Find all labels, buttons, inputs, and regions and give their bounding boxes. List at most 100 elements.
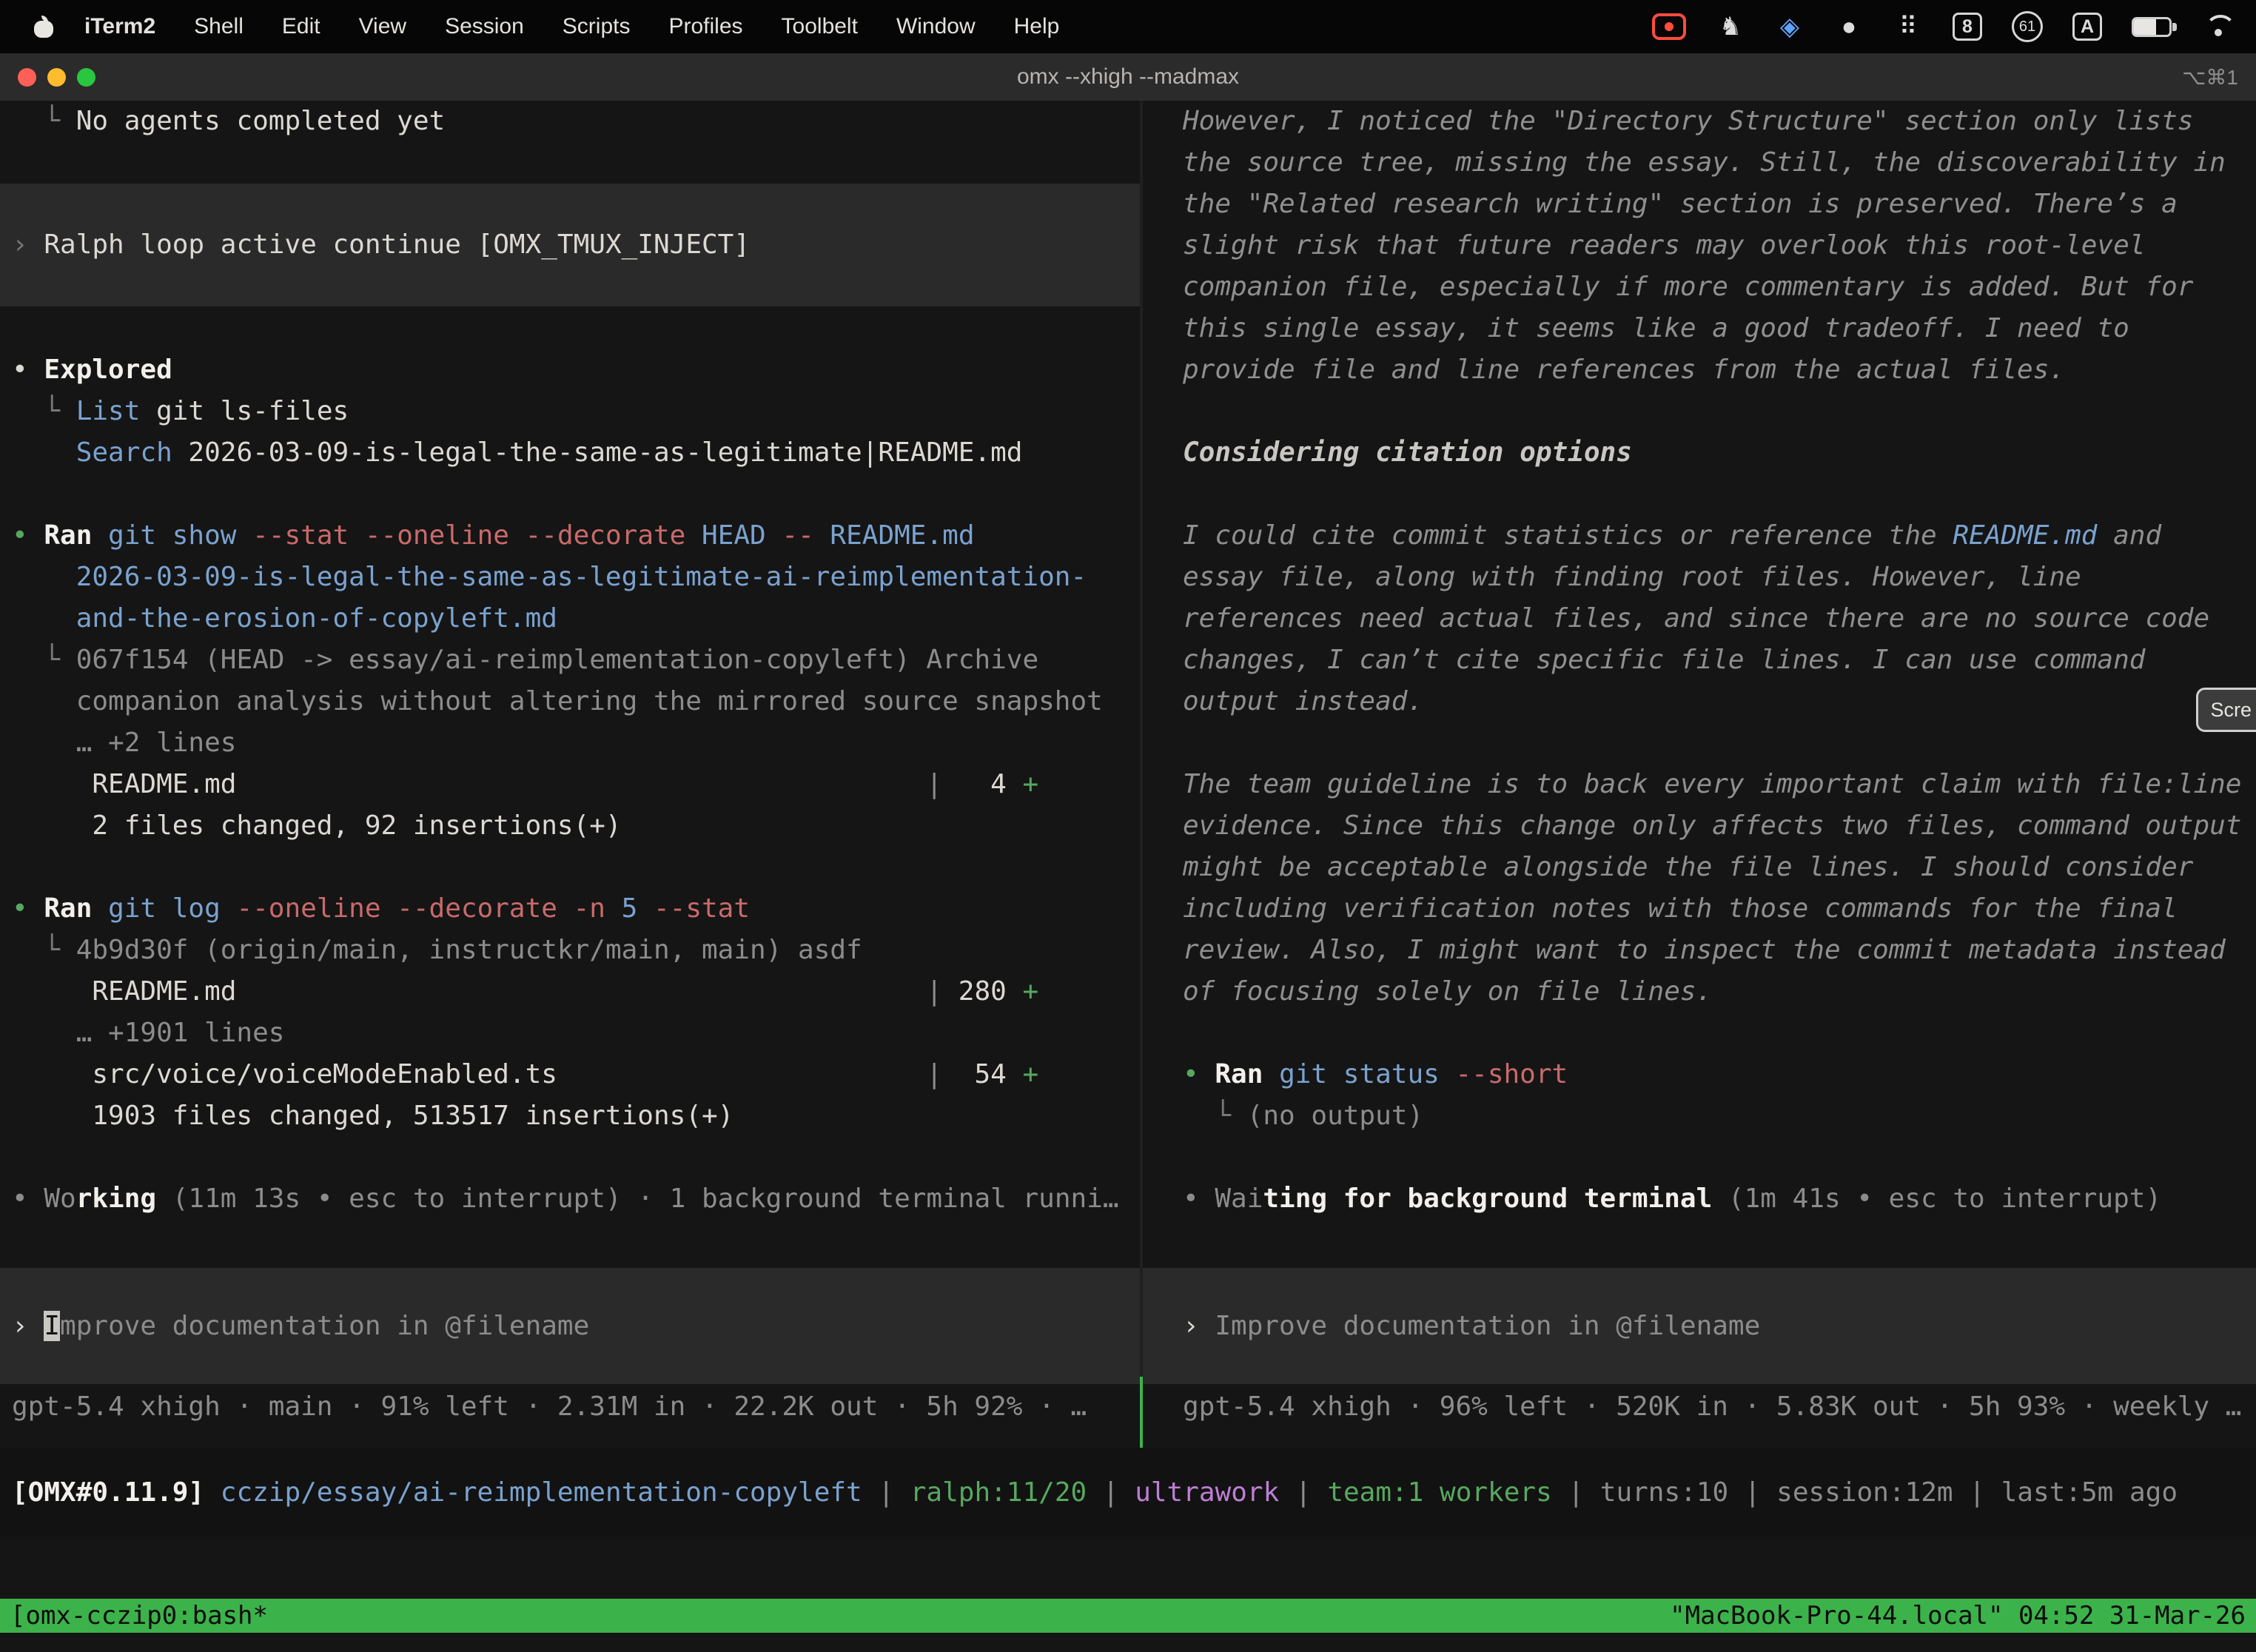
terminal-line: … +2 lines — [0, 722, 1140, 764]
text-segment: └ — [1183, 1101, 1247, 1131]
tmux-status-bar: [omx-cczip0:bash* "MacBook-Pro-44.local"… — [0, 1599, 2256, 1633]
window-title: omx --xhigh --madmax — [0, 64, 2256, 90]
terminal-line: changes, I can’t cite specific file line… — [1143, 639, 2256, 681]
text-segment: • — [12, 893, 44, 924]
text-segment: companion analysis without altering the … — [12, 686, 1103, 716]
close-button[interactable] — [18, 68, 36, 87]
blank-line — [0, 847, 1140, 888]
dots-grid-icon[interactable]: ⠿ — [1893, 11, 1923, 42]
text-segment: git ls-files — [140, 396, 349, 426]
text-segment: No agents completed yet — [76, 106, 446, 136]
menu-app-name[interactable]: iTerm2 — [84, 14, 155, 39]
gauge-61-icon[interactable]: 61 — [2012, 11, 2043, 42]
text-segment: (11m 13s • esc to interrupt) · 1 backgro… — [156, 1183, 1118, 1214]
text-segment: 2026-03-09-is-legal-the-same-as-legitima… — [12, 562, 1087, 592]
battery-icon[interactable] — [2132, 17, 2172, 37]
text-segment: I — [44, 1311, 60, 1341]
text-segment: (1m 41s • esc to interrupt) — [1712, 1183, 2161, 1214]
terminal-line: 2 files changed, 92 insertions(+) — [0, 805, 1140, 847]
text-segment: output instead. — [1183, 686, 1423, 716]
menu-item-toolbelt[interactable]: Toolbelt — [782, 14, 858, 39]
text-segment: README.md — [814, 520, 975, 551]
terminal-pane-right[interactable]: However, I noticed the "Directory Struct… — [1143, 101, 2256, 1448]
menu-item-shell[interactable]: Shell — [194, 14, 244, 39]
text-segment: + — [1022, 769, 1038, 799]
minimize-button[interactable] — [47, 68, 66, 87]
menu-status-icons: ♞ ◈ ● ⠿ 8 61 A — [1652, 11, 2235, 42]
terminal-line: Search 2026-03-09-is-legal-the-same-as-l… — [0, 432, 1140, 474]
window-title-bar: omx --xhigh --madmax ⌥⌘1 — [0, 53, 2256, 101]
text-segment: Explored — [44, 355, 172, 385]
text-segment: | turns:10 | session:12m | last:5m ago — [1552, 1477, 2178, 1508]
screen-recording-icon[interactable] — [1652, 13, 1686, 40]
terminal-line: └ List git ls-files — [0, 391, 1140, 432]
text-segment: 1903 files changed, 513517 insertions(+) — [12, 1101, 733, 1131]
text-segment: HEAD — [685, 520, 765, 551]
blank-line — [0, 306, 1140, 349]
text-segment: companion file, especially if more comme… — [1183, 272, 2193, 302]
text-segment — [12, 437, 76, 468]
text-segment: Ran — [44, 520, 92, 551]
menu-item-session[interactable]: Session — [445, 14, 524, 39]
blank-line — [0, 142, 1140, 184]
text-segment: [OMX#0.11.9] — [12, 1477, 221, 1508]
text-segment: List — [76, 396, 141, 426]
text-segment: team:1 workers — [1327, 1477, 1551, 1508]
menu-item-window[interactable]: Window — [896, 14, 976, 39]
terminal-line: including verification notes with those … — [1143, 888, 2256, 930]
terminal-line: • Working (11m 13s • esc to interrupt) ·… — [0, 1178, 1140, 1220]
text-segment: + — [1022, 1059, 1038, 1089]
blank-line — [1143, 1013, 2256, 1054]
menu-item-view[interactable]: View — [359, 14, 406, 39]
menu-item-help[interactable]: Help — [1014, 14, 1060, 39]
text-segment: 4b9d30f (origin/main, instructkr/main, m… — [76, 935, 862, 965]
text-segment: | — [557, 1059, 942, 1089]
terminal-line: └ 067f154 (HEAD -> essay/ai-reimplementa… — [0, 639, 1140, 681]
input-source-icon[interactable]: A — [2072, 13, 2102, 41]
text-segment: › — [1183, 1311, 1215, 1341]
text-segment: -- — [766, 520, 814, 551]
terminal-line: └ No agents completed yet — [0, 101, 1140, 142]
menu-item-scripts[interactable]: Scripts — [563, 14, 631, 39]
text-segment: | — [236, 769, 942, 799]
text-segment: --stat — [637, 893, 750, 924]
apple-menu-icon[interactable] — [34, 16, 53, 38]
menu-item-edit[interactable]: Edit — [282, 14, 320, 39]
text-segment: provide file and line references from th… — [1183, 355, 2065, 385]
screen-edge-overlay[interactable]: Scre — [2196, 688, 2256, 732]
terminal-line: the source tree, missing the essay. Stil… — [1143, 142, 2256, 184]
text-segment: Ran — [1215, 1059, 1263, 1089]
scrollback-right: However, I noticed the "Directory Struct… — [1143, 101, 2256, 1220]
zoom-button[interactable] — [77, 68, 95, 87]
terminal-line: • Ran git log --oneline --decorate -n 5 … — [0, 888, 1140, 930]
text-segment: └ — [12, 645, 76, 675]
terminal-line: output instead. — [1143, 681, 2256, 722]
blue-app-icon[interactable]: ◈ — [1775, 11, 1805, 42]
wifi-icon[interactable] — [2201, 13, 2235, 40]
text-segment: of focusing solely on file lines. — [1183, 976, 1712, 1007]
blank-line — [0, 474, 1140, 515]
terminal-line: companion analysis without altering the … — [0, 681, 1140, 722]
terminal-pane-left[interactable]: └ No agents completed yet› Ralph loop ac… — [0, 101, 1140, 1448]
text-segment: … +1901 lines — [12, 1018, 284, 1048]
screen: iTerm2 Shell Edit View Session Scripts Profil… — [0, 0, 2256, 1652]
text-segment: README.md — [12, 976, 236, 1007]
prompt-input-left[interactable]: › Improve documentation in @filename — [0, 1268, 1140, 1384]
text-segment: the "Related research writing" section i… — [1183, 189, 2178, 219]
text-segment: cczip/essay/ai-reimplementation-copyleft — [221, 1477, 862, 1508]
prompt-input-right[interactable]: › Improve documentation in @filename — [1143, 1268, 2256, 1384]
terminal-line: └ 4b9d30f (origin/main, instructkr/main,… — [0, 930, 1140, 971]
key-8-icon[interactable]: 8 — [1953, 13, 1982, 41]
text-segment: 4 — [942, 769, 1022, 799]
round-app-icon[interactable]: ● — [1834, 11, 1864, 42]
text-segment: The team guideline is to back every impo… — [1183, 769, 2241, 799]
terminal-line: review. Also, I might want to inspect th… — [1143, 930, 2256, 971]
text-segment: references need actual files, and since … — [1183, 603, 2209, 634]
knight-app-icon[interactable]: ♞ — [1716, 11, 1745, 42]
text-segment: this single essay, it seems like a good … — [1183, 313, 2129, 343]
text-segment: review. Also, I might want to inspect th… — [1183, 935, 2226, 965]
text-segment: 5 — [605, 893, 637, 924]
prompt-input-left-text: › Improve documentation in @filename — [0, 1306, 1140, 1347]
menu-item-profiles[interactable]: Profiles — [668, 14, 742, 39]
screen-edge-overlay-text: Scre — [2210, 699, 2252, 722]
